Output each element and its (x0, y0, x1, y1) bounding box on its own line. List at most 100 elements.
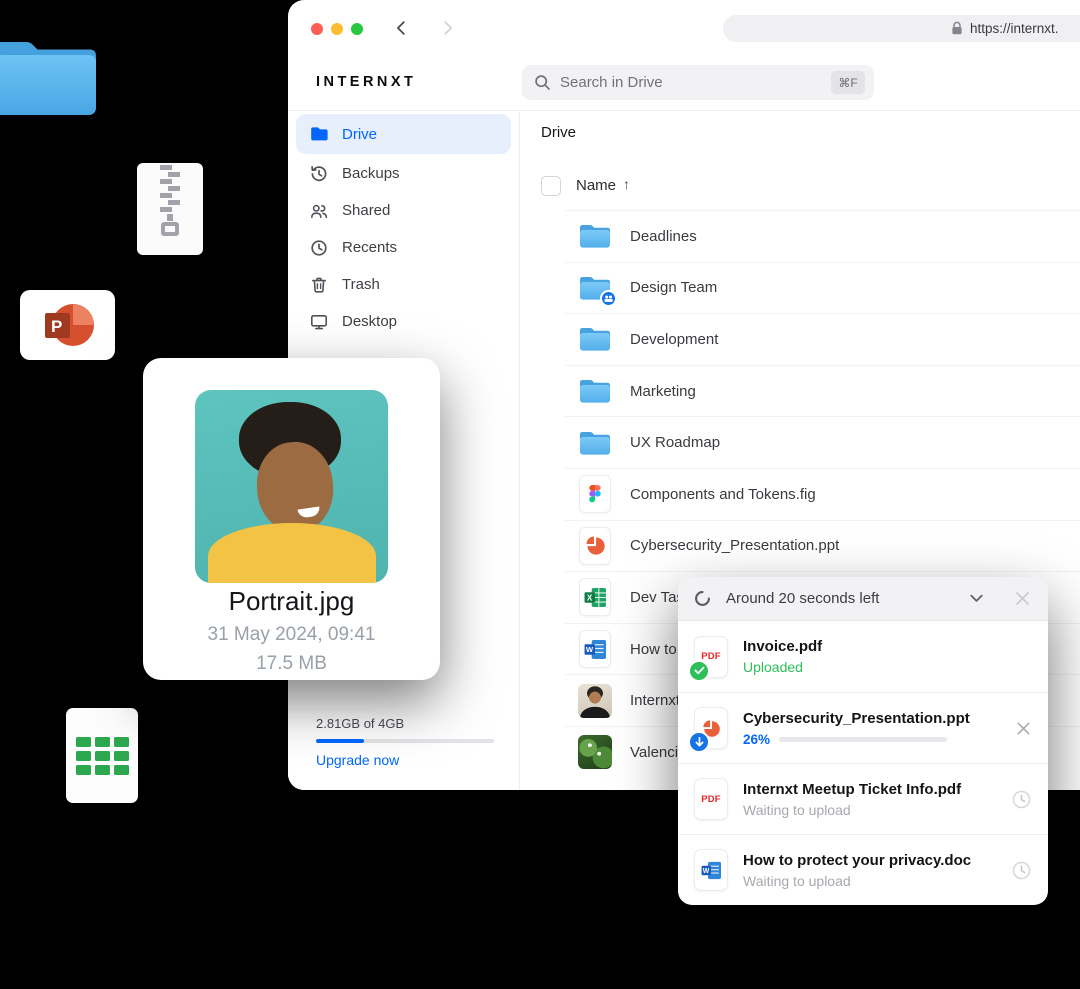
app-header: INTERNXT ⌘F (288, 56, 1080, 111)
word-logo-icon: W (701, 861, 722, 880)
zipper-tooth (160, 179, 172, 184)
upload-item-text: Invoice.pdf Uploaded (743, 638, 1032, 675)
zipper-tooth (168, 200, 180, 205)
row-ux-roadmap[interactable]: UX Roadmap (565, 416, 1080, 468)
forward-button[interactable] (438, 19, 456, 37)
row-design-team[interactable]: Design Team (565, 262, 1080, 314)
word-file-icon: W (577, 629, 613, 669)
sidebar-item-backups[interactable]: Backups (296, 155, 511, 192)
person-photo-thumbnail (578, 684, 612, 718)
sidebar-nav: Drive Backups Shared Recents Trash (288, 112, 519, 340)
row-development[interactable]: Development (565, 313, 1080, 365)
sort-ascending-icon[interactable]: ↑ (623, 176, 630, 192)
upload-file-name: Internxt Meetup Ticket Info.pdf (743, 781, 1001, 798)
internxt-logo: INTERNXT (316, 74, 416, 90)
sidebar-item-trash[interactable]: Trash (296, 266, 511, 303)
grid-cell (95, 751, 110, 761)
word-logo-icon: W (584, 639, 607, 660)
file-name: Marketing (630, 383, 696, 400)
file-name: UX Roadmap (630, 434, 720, 451)
file-card (579, 475, 611, 513)
close-panel-button[interactable] (1013, 589, 1032, 608)
file-name: Development (630, 331, 718, 348)
page-title: Drive (541, 124, 576, 141)
upload-status: Waiting to upload (743, 873, 1001, 889)
column-header-name[interactable]: Name (576, 177, 616, 194)
sidebar-item-label: Recents (342, 239, 397, 256)
search-bar[interactable]: ⌘F (522, 65, 874, 100)
pie-chart-icon (585, 535, 606, 556)
file-name: Design Team (630, 279, 717, 296)
lock-icon (951, 21, 963, 41)
upgrade-link[interactable]: Upgrade now (316, 752, 494, 768)
cancel-upload-button[interactable] (1015, 720, 1032, 737)
uploading-arrow-badge-icon (688, 731, 710, 753)
svg-text:W: W (585, 645, 593, 654)
upload-file-name: Invoice.pdf (743, 638, 1032, 655)
grid-cell (95, 737, 110, 747)
desktop-folder-icon (0, 38, 96, 115)
search-input[interactable] (560, 65, 820, 100)
zipper-tooth (160, 193, 172, 198)
storage-progress-bar (316, 739, 494, 743)
powerpoint-file-icon (577, 526, 613, 566)
row-cybersecurity-ppt[interactable]: Cybersecurity_Presentation.ppt (565, 520, 1080, 572)
powerpoint-file-icon (694, 707, 728, 749)
sidebar-item-recents[interactable]: Recents (296, 229, 511, 266)
sidebar-item-drive[interactable]: Drive (296, 114, 511, 154)
photo-shirt-shape (208, 523, 376, 583)
preview-filesize: 17.5 MB (143, 653, 440, 675)
grid-cell (114, 737, 129, 747)
upload-status: Waiting to upload (743, 802, 1001, 818)
sidebar-item-desktop[interactable]: Desktop (296, 303, 511, 340)
hero-composition: P https://internxt. (0, 0, 1080, 989)
back-button[interactable] (393, 19, 411, 37)
upload-progress-bar (779, 737, 947, 742)
zipper-tooth (160, 165, 172, 170)
clock-icon (309, 238, 329, 258)
row-deadlines[interactable]: Deadlines (565, 210, 1080, 262)
sidebar-item-shared[interactable]: Shared (296, 192, 511, 229)
collapse-panel-button[interactable] (968, 590, 985, 607)
file-name: How to (630, 641, 677, 658)
file-card: X (579, 578, 611, 616)
upload-file-name: How to protect your privacy.doc (743, 852, 1001, 869)
list-header: Name ↑ (521, 174, 1080, 210)
waiting-clock-icon (1011, 860, 1032, 881)
browser-chrome: https://internxt. (288, 0, 1080, 56)
shared-folder-icon (577, 268, 613, 308)
close-window-button[interactable] (311, 23, 323, 35)
upload-item-text: Cybersecurity_Presentation.ppt 26% (743, 710, 1005, 747)
select-all-checkbox[interactable] (541, 176, 561, 196)
search-shortcut-badge: ⌘F (831, 71, 865, 94)
zipper-tooth (168, 172, 180, 177)
url-text: https://internxt. (970, 21, 1059, 36)
folder-icon (0, 38, 96, 115)
zoom-window-button[interactable] (351, 23, 363, 35)
address-bar[interactable]: https://internxt. (723, 15, 1080, 42)
pdf-file-icon: PDF (694, 636, 728, 678)
storage-widget: 2.81GB of 4GB Upgrade now (316, 716, 494, 768)
file-name: Cybersecurity_Presentation.ppt (630, 537, 839, 554)
photo-thumbnail (577, 732, 613, 772)
check-badge-icon (688, 660, 710, 682)
word-file-icon: W (694, 849, 728, 891)
monitor-icon (309, 312, 329, 332)
zipper-tooth (168, 186, 180, 191)
upload-panel-header: Around 20 seconds left (678, 577, 1048, 621)
upload-item-text: Internxt Meetup Ticket Info.pdf Waiting … (743, 781, 1001, 818)
pdf-file-icon: PDF (694, 778, 728, 820)
file-name: Internxt (630, 692, 680, 709)
folder-icon (577, 371, 613, 411)
svg-text:W: W (702, 867, 709, 874)
powerpoint-app-icon: P (20, 290, 115, 360)
grid-cell (76, 765, 91, 775)
upload-progress-panel: Around 20 seconds left PDF Invoice.pdf U… (678, 577, 1048, 905)
file-card: W (579, 630, 611, 668)
row-components-tokens[interactable]: Components and Tokens.fig (565, 468, 1080, 520)
minimize-window-button[interactable] (331, 23, 343, 35)
sidebar-item-label: Desktop (342, 313, 397, 330)
sidebar-item-label: Backups (342, 165, 400, 182)
plant-photo-thumbnail (578, 735, 612, 769)
row-marketing[interactable]: Marketing (565, 365, 1080, 417)
